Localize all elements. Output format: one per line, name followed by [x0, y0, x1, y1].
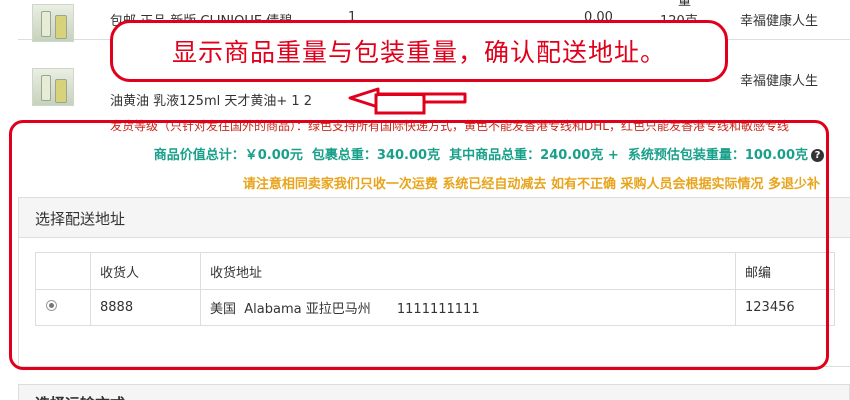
annotation-callout: 显示商品重量与包装重量，确认配送地址。	[110, 20, 728, 82]
page: 量 包邮 正品 新版 CLINIQUE 倩碧 1 0.00 120克 幸福健康人…	[0, 0, 850, 400]
product-name[interactable]: 油黄油 乳液125ml 天才黄油+ 1 2	[110, 90, 312, 109]
annotation-text: 显示商品重量与包装重量，确认配送地址。	[171, 38, 666, 67]
product-thumbnail[interactable]	[32, 68, 74, 106]
product-seller: 幸福健康人生	[740, 14, 819, 29]
shipping-method-panel-title: 选择运输方式	[18, 384, 850, 400]
product-thumbnail[interactable]	[32, 4, 74, 42]
annotation-arrow-icon	[348, 87, 467, 115]
product-seller: 幸福健康人生	[740, 74, 819, 89]
annotation-frame	[9, 120, 829, 370]
weight-column-header: 量	[678, 0, 692, 9]
